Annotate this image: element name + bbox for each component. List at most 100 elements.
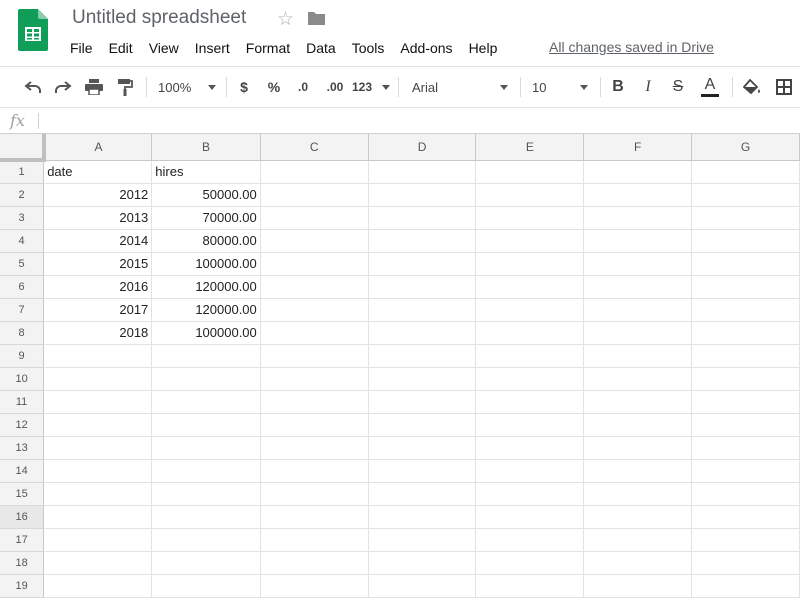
row-header[interactable]: 19: [0, 574, 45, 598]
cell-a5[interactable]: 2015: [43, 252, 153, 276]
cell-e16[interactable]: [475, 505, 585, 529]
cell-c8[interactable]: [260, 321, 369, 345]
cell-b7[interactable]: 120000.00: [151, 298, 261, 322]
undo-button[interactable]: [20, 67, 46, 107]
column-header-b[interactable]: B: [151, 134, 261, 161]
cell-e8[interactable]: [475, 321, 585, 345]
cell-g3[interactable]: [691, 206, 800, 230]
cell-c1[interactable]: [260, 160, 369, 184]
formula-input[interactable]: [44, 111, 784, 131]
row-header[interactable]: 8: [0, 321, 45, 345]
cell-c14[interactable]: [260, 459, 369, 483]
menu-data[interactable]: Data: [298, 38, 344, 58]
row-header[interactable]: 12: [0, 413, 45, 437]
cell-e11[interactable]: [475, 390, 585, 414]
currency-format-button[interactable]: $: [232, 67, 256, 107]
cell-c6[interactable]: [260, 275, 369, 299]
cell-g7[interactable]: [691, 298, 800, 322]
font-family-select[interactable]: Arial: [406, 67, 514, 107]
print-button[interactable]: [80, 67, 108, 107]
cell-b19[interactable]: [151, 574, 261, 598]
cell-c10[interactable]: [260, 367, 369, 391]
row-header[interactable]: 16: [0, 505, 45, 529]
cell-d16[interactable]: [368, 505, 477, 529]
sheets-logo-icon[interactable]: [18, 9, 48, 51]
row-header[interactable]: 14: [0, 459, 45, 483]
cell-d18[interactable]: [368, 551, 477, 575]
cell-c13[interactable]: [260, 436, 369, 460]
column-header-d[interactable]: D: [368, 134, 477, 161]
cell-c16[interactable]: [260, 505, 369, 529]
cell-f10[interactable]: [583, 367, 693, 391]
cell-c9[interactable]: [260, 344, 369, 368]
cell-g14[interactable]: [691, 459, 800, 483]
row-header[interactable]: 7: [0, 298, 45, 322]
cell-a10[interactable]: [43, 367, 153, 391]
cell-f11[interactable]: [583, 390, 693, 414]
cell-a15[interactable]: [43, 482, 153, 506]
cell-b16[interactable]: [151, 505, 261, 529]
cell-e19[interactable]: [475, 574, 585, 598]
cell-d17[interactable]: [368, 528, 477, 552]
zoom-select[interactable]: 100%: [152, 67, 222, 107]
cell-g16[interactable]: [691, 505, 800, 529]
menu-view[interactable]: View: [141, 38, 187, 58]
cell-b11[interactable]: [151, 390, 261, 414]
cell-g10[interactable]: [691, 367, 800, 391]
column-header-g[interactable]: G: [691, 134, 800, 161]
cell-a1[interactable]: date: [43, 160, 153, 184]
save-status-link[interactable]: All changes saved in Drive: [549, 39, 714, 55]
folder-icon[interactable]: [307, 11, 326, 26]
cell-e2[interactable]: [475, 183, 585, 207]
text-color-button[interactable]: A: [696, 67, 724, 107]
cell-b18[interactable]: [151, 551, 261, 575]
document-title[interactable]: Untitled spreadsheet: [72, 7, 246, 29]
cell-f8[interactable]: [583, 321, 693, 345]
cell-f15[interactable]: [583, 482, 693, 506]
row-header[interactable]: 10: [0, 367, 45, 391]
cell-e18[interactable]: [475, 551, 585, 575]
cell-b9[interactable]: [151, 344, 261, 368]
row-header[interactable]: 6: [0, 275, 45, 299]
cell-d14[interactable]: [368, 459, 477, 483]
cell-a8[interactable]: 2018: [43, 321, 153, 345]
row-header[interactable]: 17: [0, 528, 45, 552]
column-header-c[interactable]: C: [260, 134, 369, 161]
cell-f5[interactable]: [583, 252, 693, 276]
cell-c4[interactable]: [260, 229, 369, 253]
cell-d5[interactable]: [368, 252, 477, 276]
cell-g1[interactable]: [691, 160, 800, 184]
column-header-a[interactable]: A: [43, 134, 153, 161]
borders-button[interactable]: [770, 67, 798, 107]
cell-c15[interactable]: [260, 482, 369, 506]
row-header[interactable]: 15: [0, 482, 45, 506]
menu-insert[interactable]: Insert: [187, 38, 238, 58]
cell-g9[interactable]: [691, 344, 800, 368]
cell-d6[interactable]: [368, 275, 477, 299]
cell-f3[interactable]: [583, 206, 693, 230]
cell-e12[interactable]: [475, 413, 585, 437]
cell-b8[interactable]: 100000.00: [151, 321, 261, 345]
cell-g8[interactable]: [691, 321, 800, 345]
cell-f4[interactable]: [583, 229, 693, 253]
cell-f1[interactable]: [583, 160, 693, 184]
row-header[interactable]: 9: [0, 344, 45, 368]
cell-g4[interactable]: [691, 229, 800, 253]
cell-e10[interactable]: [475, 367, 585, 391]
cell-b5[interactable]: 100000.00: [151, 252, 261, 276]
row-header[interactable]: 1: [0, 160, 45, 184]
cell-a3[interactable]: 2013: [43, 206, 153, 230]
cell-d12[interactable]: [368, 413, 477, 437]
cell-e6[interactable]: [475, 275, 585, 299]
cell-d9[interactable]: [368, 344, 477, 368]
menu-add-ons[interactable]: Add-ons: [392, 38, 460, 58]
cell-d15[interactable]: [368, 482, 477, 506]
cell-d7[interactable]: [368, 298, 477, 322]
menu-edit[interactable]: Edit: [101, 38, 141, 58]
cell-d4[interactable]: [368, 229, 477, 253]
cell-e4[interactable]: [475, 229, 585, 253]
cell-f16[interactable]: [583, 505, 693, 529]
row-header[interactable]: 5: [0, 252, 45, 276]
cell-g2[interactable]: [691, 183, 800, 207]
cell-a2[interactable]: 2012: [43, 183, 153, 207]
